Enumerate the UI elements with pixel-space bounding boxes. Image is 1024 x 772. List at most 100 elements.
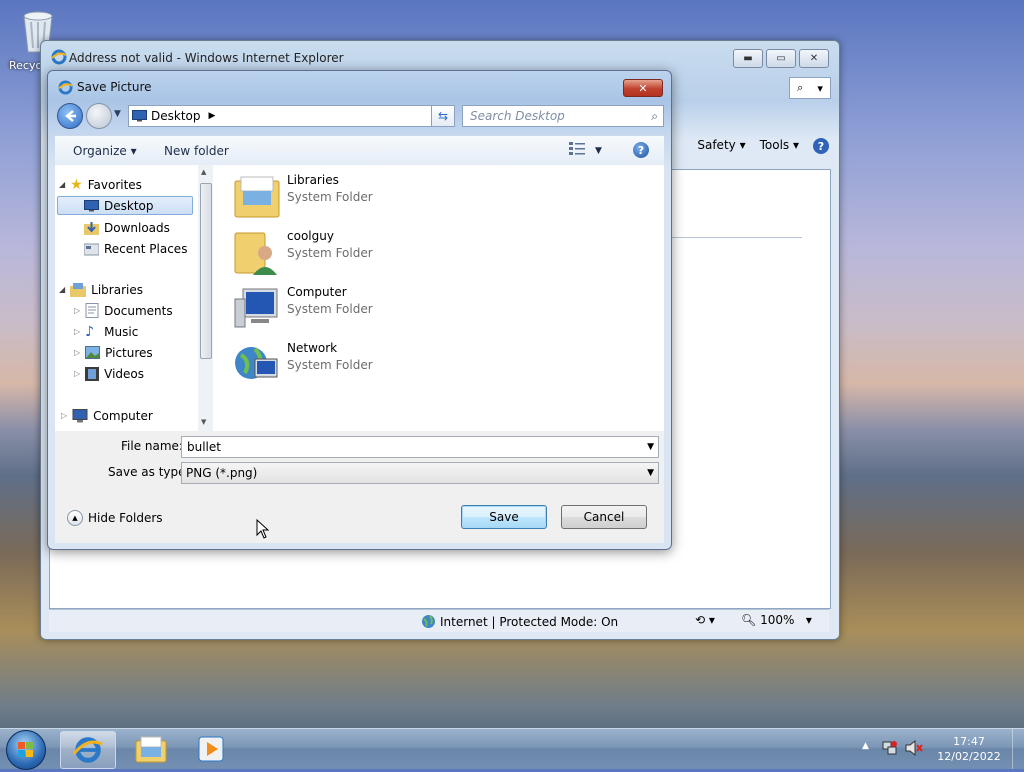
scroll-down-icon[interactable]: ▼ — [201, 418, 206, 426]
taskbar-ie-button[interactable] — [60, 731, 116, 769]
taskbar-media-player-button[interactable] — [184, 731, 238, 767]
user-folder-icon — [234, 232, 277, 275]
view-details-icon — [569, 142, 585, 155]
chevron-up-icon: ▲ — [67, 510, 83, 526]
ie-close-button[interactable]: ✕ — [799, 49, 829, 68]
file-name-field[interactable]: bullet ▼ — [181, 436, 659, 458]
nav-computer[interactable]: ▷ Computer — [61, 406, 153, 425]
file-item-coolguy[interactable]: coolguy System Folder — [233, 229, 373, 277]
back-arrow-icon — [65, 110, 76, 122]
collapse-arrow-icon: ▷ — [74, 369, 81, 378]
minimize-button[interactable]: ▬ — [733, 49, 763, 68]
divider — [672, 237, 802, 238]
nav-libraries[interactable]: ◢ Libraries — [59, 280, 143, 299]
chevron-down-icon: ▾ — [817, 81, 823, 95]
address-crumb-desktop[interactable]: Desktop — [151, 109, 201, 123]
expand-arrow-icon: ◢ — [59, 180, 66, 189]
network-tray-icon[interactable] — [882, 740, 898, 759]
taskbar: ▲ 17:47 12/02/2022 — [0, 728, 1024, 770]
ie-logo-icon — [73, 737, 103, 763]
nav-music[interactable]: ▷ ♪ Music — [74, 322, 138, 341]
refresh-button[interactable]: ⇆ — [431, 105, 455, 127]
view-dropdown-icon[interactable]: ▼ — [595, 146, 602, 156]
media-player-icon — [198, 736, 224, 762]
file-item-computer[interactable]: Computer System Folder — [233, 285, 373, 333]
save-picture-dialog: Save Picture ✕ ▼ Desktop ▶ ▼ ⇆ Search De… — [47, 70, 672, 550]
forward-button[interactable] — [86, 103, 112, 129]
network-status-icon — [882, 741, 897, 755]
desktop-icon — [84, 199, 99, 211]
scroll-up-icon[interactable]: ▲ — [201, 168, 206, 176]
ie-search-go[interactable]: ⌕ ▾ — [789, 77, 831, 99]
downloads-folder-icon — [84, 221, 99, 235]
folder-icon — [135, 736, 167, 763]
change-view-button[interactable] — [569, 142, 585, 159]
navigation-pane: ◢ ★ Favorites Desktop Downloads Recent P… — [55, 165, 199, 431]
chevron-right-icon[interactable]: ▶ — [209, 111, 216, 121]
clock-time: 17:47 — [953, 735, 985, 748]
collapse-arrow-icon: ▷ — [61, 411, 68, 420]
nav-videos[interactable]: ▷ Videos — [74, 364, 144, 383]
security-zone[interactable]: Internet | Protected Mode: On — [421, 614, 618, 629]
organize-button[interactable]: Organize ▾ — [73, 144, 137, 158]
nav-pictures[interactable]: ▷ Pictures — [74, 343, 153, 362]
show-hidden-icons-button[interactable]: ▲ — [862, 741, 869, 751]
help-icon[interactable]: ? — [813, 138, 829, 154]
dialog-toolbar: Organize ▾ New folder ▼ ? — [55, 135, 664, 167]
libraries-icon — [70, 282, 87, 297]
windows-logo-icon — [18, 742, 33, 757]
volume-tray-icon[interactable] — [905, 739, 923, 759]
zoom-control[interactable]: 🔍︎ 100% ▾ — [741, 613, 812, 627]
tools-menu[interactable]: Tools ▾ — [760, 138, 799, 154]
nav-downloads[interactable]: Downloads — [84, 218, 170, 237]
recent-places-icon — [84, 243, 99, 255]
new-folder-button[interactable]: New folder — [164, 144, 229, 158]
ie-logo-icon — [51, 49, 67, 65]
chevron-down-icon[interactable]: ▼ — [647, 468, 654, 478]
globe-icon — [422, 615, 435, 628]
hide-folders-button[interactable]: ▲ Hide Folders — [67, 510, 163, 526]
search-input[interactable]: Search Desktop — [470, 109, 565, 123]
nav-scrollbar[interactable]: ▲ ▼ — [198, 165, 213, 431]
collapse-arrow-icon: ▷ — [74, 348, 81, 357]
cancel-button[interactable]: Cancel — [561, 505, 647, 529]
videos-icon — [85, 366, 100, 381]
scroll-thumb[interactable] — [200, 183, 212, 359]
back-button[interactable] — [57, 103, 83, 129]
nav-documents[interactable]: ▷ Documents — [74, 301, 173, 320]
clock[interactable]: 17:47 12/02/2022 — [936, 734, 1002, 764]
file-item-network[interactable]: Network System Folder — [233, 341, 373, 389]
nav-desktop[interactable]: Desktop — [57, 196, 193, 215]
protected-mode-icon[interactable]: ⟲ ▾ — [695, 613, 715, 627]
pictures-icon — [85, 346, 101, 359]
recent-pages-dropdown[interactable]: ▼ — [114, 109, 121, 119]
dialog-close-button[interactable]: ✕ — [623, 79, 663, 97]
star-icon: ★ — [70, 176, 83, 193]
nav-recent-places[interactable]: Recent Places — [84, 239, 187, 258]
save-button[interactable]: Save — [461, 505, 547, 529]
network-icon — [235, 347, 278, 379]
safety-menu[interactable]: Safety ▾ — [697, 138, 745, 154]
ie-status-bar: Internet | Protected Mode: On ⟲ ▾ 🔍︎ 100… — [49, 609, 829, 632]
chevron-down-icon[interactable]: ▼ — [647, 442, 654, 452]
file-name-input[interactable]: bullet — [187, 440, 221, 454]
recycle-bin-label: Recyc — [9, 59, 42, 72]
start-button[interactable] — [6, 730, 46, 770]
show-desktop-button[interactable] — [1012, 729, 1024, 769]
dialog-lower-panel: File name: bullet ▼ Save as type: PNG (*… — [55, 431, 664, 543]
desktop-icon — [132, 110, 147, 122]
maximize-button[interactable]: ▭ — [766, 49, 796, 68]
save-as-type-label: Save as type: — [108, 465, 190, 479]
expand-arrow-icon: ◢ — [59, 285, 66, 294]
search-box[interactable]: Search Desktop ⌕ — [462, 105, 664, 127]
address-bar[interactable]: Desktop ▶ ▼ — [128, 105, 455, 127]
computer-icon — [234, 288, 278, 328]
save-as-type-select[interactable]: PNG (*.png) ▼ — [181, 462, 659, 484]
file-list: Libraries System Folder coolguy System Fol… — [217, 165, 664, 431]
nav-favorites[interactable]: ◢ ★ Favorites — [59, 175, 142, 194]
help-icon[interactable]: ? — [633, 142, 649, 158]
taskbar-explorer-button[interactable] — [124, 731, 178, 767]
music-icon: ♪ — [85, 323, 95, 340]
volume-muted-icon — [905, 739, 923, 757]
file-item-libraries[interactable]: Libraries System Folder — [233, 173, 373, 221]
